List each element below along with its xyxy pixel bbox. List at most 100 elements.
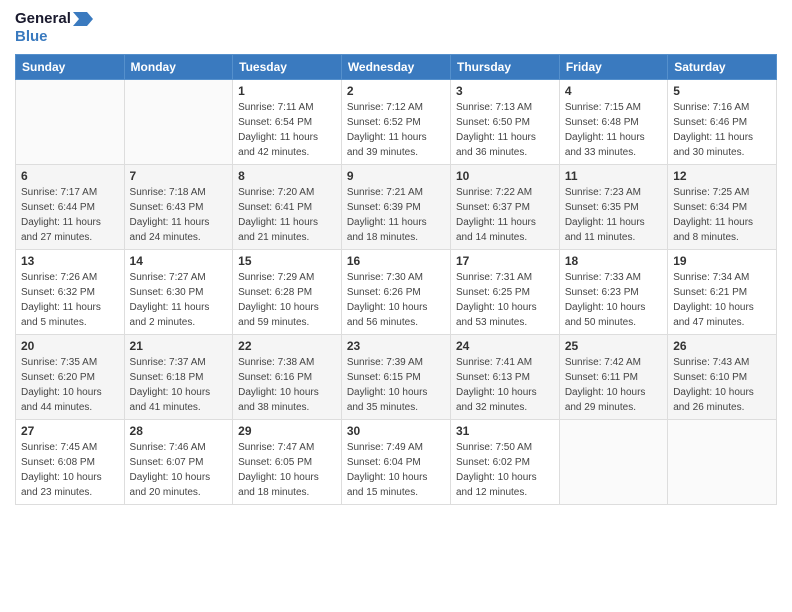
day-number: 1 <box>238 84 336 98</box>
calendar-day-cell: 26 Sunrise: 7:43 AM Sunset: 6:10 PM Dayli… <box>668 335 777 420</box>
day-info: Sunrise: 7:35 AM Sunset: 6:20 PM Dayligh… <box>21 355 119 415</box>
day-number: 24 <box>456 339 554 353</box>
day-number: 14 <box>130 254 228 268</box>
day-number: 21 <box>130 339 228 353</box>
day-number: 19 <box>673 254 771 268</box>
day-info: Sunrise: 7:22 AM Sunset: 6:37 PM Dayligh… <box>456 185 554 245</box>
calendar-day-cell: 18 Sunrise: 7:33 AM Sunset: 6:23 PM Dayli… <box>559 250 667 335</box>
day-info: Sunrise: 7:29 AM Sunset: 6:28 PM Dayligh… <box>238 270 336 330</box>
day-number: 22 <box>238 339 336 353</box>
day-number: 6 <box>21 169 119 183</box>
day-info: Sunrise: 7:27 AM Sunset: 6:30 PM Dayligh… <box>130 270 228 330</box>
calendar-table: SundayMondayTuesdayWednesdayThursdayFrid… <box>15 54 777 505</box>
day-number: 10 <box>456 169 554 183</box>
day-info: Sunrise: 7:13 AM Sunset: 6:50 PM Dayligh… <box>456 100 554 160</box>
day-number: 30 <box>347 424 445 438</box>
day-of-week-header: Wednesday <box>341 55 450 80</box>
day-info: Sunrise: 7:43 AM Sunset: 6:10 PM Dayligh… <box>673 355 771 415</box>
day-info: Sunrise: 7:46 AM Sunset: 6:07 PM Dayligh… <box>130 440 228 500</box>
day-info: Sunrise: 7:17 AM Sunset: 6:44 PM Dayligh… <box>21 185 119 245</box>
calendar-day-cell: 14 Sunrise: 7:27 AM Sunset: 6:30 PM Dayli… <box>124 250 233 335</box>
calendar-day-cell: 24 Sunrise: 7:41 AM Sunset: 6:13 PM Dayli… <box>450 335 559 420</box>
day-number: 13 <box>21 254 119 268</box>
calendar-day-cell: 12 Sunrise: 7:25 AM Sunset: 6:34 PM Dayli… <box>668 165 777 250</box>
day-number: 7 <box>130 169 228 183</box>
day-info: Sunrise: 7:33 AM Sunset: 6:23 PM Dayligh… <box>565 270 662 330</box>
logo-text-block: General Blue <box>15 10 93 46</box>
calendar-day-cell: 16Sunrise: 7:30 AM Sunset: 6:26 PM Dayli… <box>341 250 450 335</box>
day-of-week-header: Friday <box>559 55 667 80</box>
day-info: Sunrise: 7:47 AM Sunset: 6:05 PM Dayligh… <box>238 440 336 500</box>
calendar-day-cell: 30Sunrise: 7:49 AM Sunset: 6:04 PM Dayli… <box>341 420 450 505</box>
day-number: 23 <box>347 339 445 353</box>
logo-general: General <box>15 10 93 28</box>
day-info: Sunrise: 7:42 AM Sunset: 6:11 PM Dayligh… <box>565 355 662 415</box>
day-info: Sunrise: 7:34 AM Sunset: 6:21 PM Dayligh… <box>673 270 771 330</box>
calendar-day-cell: 31Sunrise: 7:50 AM Sunset: 6:02 PM Dayli… <box>450 420 559 505</box>
day-of-week-header: Saturday <box>668 55 777 80</box>
calendar-day-cell: 5 Sunrise: 7:16 AM Sunset: 6:46 PM Daylig… <box>668 80 777 165</box>
day-number: 16 <box>347 254 445 268</box>
calendar-week-row: 6 Sunrise: 7:17 AM Sunset: 6:44 PM Daylig… <box>16 165 777 250</box>
calendar-day-cell: 10 Sunrise: 7:22 AM Sunset: 6:37 PM Dayli… <box>450 165 559 250</box>
day-info: Sunrise: 7:25 AM Sunset: 6:34 PM Dayligh… <box>673 185 771 245</box>
day-number: 31 <box>456 424 554 438</box>
day-number: 17 <box>456 254 554 268</box>
calendar-day-cell: 9Sunrise: 7:21 AM Sunset: 6:39 PM Daylig… <box>341 165 450 250</box>
day-number: 5 <box>673 84 771 98</box>
calendar-day-cell: 13 Sunrise: 7:26 AM Sunset: 6:32 PM Dayli… <box>16 250 125 335</box>
day-info: Sunrise: 7:26 AM Sunset: 6:32 PM Dayligh… <box>21 270 119 330</box>
calendar-day-cell: 1 Sunrise: 7:11 AM Sunset: 6:54 PM Daylig… <box>233 80 342 165</box>
logo: General Blue <box>15 10 93 46</box>
day-number: 26 <box>673 339 771 353</box>
day-number: 3 <box>456 84 554 98</box>
calendar-day-cell: 11 Sunrise: 7:23 AM Sunset: 6:35 PM Dayli… <box>559 165 667 250</box>
day-info: Sunrise: 7:15 AM Sunset: 6:48 PM Dayligh… <box>565 100 662 160</box>
calendar-week-row: 1 Sunrise: 7:11 AM Sunset: 6:54 PM Daylig… <box>16 80 777 165</box>
calendar-day-cell: 25 Sunrise: 7:42 AM Sunset: 6:11 PM Dayli… <box>559 335 667 420</box>
day-number: 25 <box>565 339 662 353</box>
calendar-day-cell: 8Sunrise: 7:20 AM Sunset: 6:41 PM Daylig… <box>233 165 342 250</box>
calendar-week-row: 20 Sunrise: 7:35 AM Sunset: 6:20 PM Dayli… <box>16 335 777 420</box>
calendar-day-cell: 27 Sunrise: 7:45 AM Sunset: 6:08 PM Dayli… <box>16 420 125 505</box>
calendar-day-cell: 17Sunrise: 7:31 AM Sunset: 6:25 PM Dayli… <box>450 250 559 335</box>
page-header: General Blue <box>15 10 777 46</box>
calendar-week-row: 27 Sunrise: 7:45 AM Sunset: 6:08 PM Dayli… <box>16 420 777 505</box>
day-number: 12 <box>673 169 771 183</box>
day-of-week-header: Sunday <box>16 55 125 80</box>
calendar-header-row: SundayMondayTuesdayWednesdayThursdayFrid… <box>16 55 777 80</box>
day-info: Sunrise: 7:39 AM Sunset: 6:15 PM Dayligh… <box>347 355 445 415</box>
day-info: Sunrise: 7:11 AM Sunset: 6:54 PM Dayligh… <box>238 100 336 160</box>
day-number: 29 <box>238 424 336 438</box>
calendar-day-cell: 23 Sunrise: 7:39 AM Sunset: 6:15 PM Dayli… <box>341 335 450 420</box>
day-info: Sunrise: 7:23 AM Sunset: 6:35 PM Dayligh… <box>565 185 662 245</box>
day-info: Sunrise: 7:45 AM Sunset: 6:08 PM Dayligh… <box>21 440 119 500</box>
day-number: 4 <box>565 84 662 98</box>
calendar-day-cell <box>124 80 233 165</box>
day-info: Sunrise: 7:18 AM Sunset: 6:43 PM Dayligh… <box>130 185 228 245</box>
day-number: 8 <box>238 169 336 183</box>
calendar-day-cell: 2Sunrise: 7:12 AM Sunset: 6:52 PM Daylig… <box>341 80 450 165</box>
day-info: Sunrise: 7:38 AM Sunset: 6:16 PM Dayligh… <box>238 355 336 415</box>
day-info: Sunrise: 7:12 AM Sunset: 6:52 PM Dayligh… <box>347 100 445 160</box>
calendar-day-cell: 22 Sunrise: 7:38 AM Sunset: 6:16 PM Dayli… <box>233 335 342 420</box>
calendar-day-cell: 6 Sunrise: 7:17 AM Sunset: 6:44 PM Daylig… <box>16 165 125 250</box>
calendar-day-cell <box>668 420 777 505</box>
logo-arrow-icon <box>73 10 93 28</box>
calendar-day-cell: 19 Sunrise: 7:34 AM Sunset: 6:21 PM Dayli… <box>668 250 777 335</box>
day-number: 15 <box>238 254 336 268</box>
calendar-week-row: 13 Sunrise: 7:26 AM Sunset: 6:32 PM Dayli… <box>16 250 777 335</box>
day-info: Sunrise: 7:21 AM Sunset: 6:39 PM Dayligh… <box>347 185 445 245</box>
day-number: 11 <box>565 169 662 183</box>
day-number: 18 <box>565 254 662 268</box>
day-number: 27 <box>21 424 119 438</box>
day-info: Sunrise: 7:16 AM Sunset: 6:46 PM Dayligh… <box>673 100 771 160</box>
day-number: 20 <box>21 339 119 353</box>
calendar-day-cell: 28Sunrise: 7:46 AM Sunset: 6:07 PM Dayli… <box>124 420 233 505</box>
day-of-week-header: Tuesday <box>233 55 342 80</box>
day-of-week-header: Thursday <box>450 55 559 80</box>
calendar-day-cell <box>559 420 667 505</box>
day-info: Sunrise: 7:41 AM Sunset: 6:13 PM Dayligh… <box>456 355 554 415</box>
calendar-day-cell: 7 Sunrise: 7:18 AM Sunset: 6:43 PM Daylig… <box>124 165 233 250</box>
calendar-day-cell: 15 Sunrise: 7:29 AM Sunset: 6:28 PM Dayli… <box>233 250 342 335</box>
